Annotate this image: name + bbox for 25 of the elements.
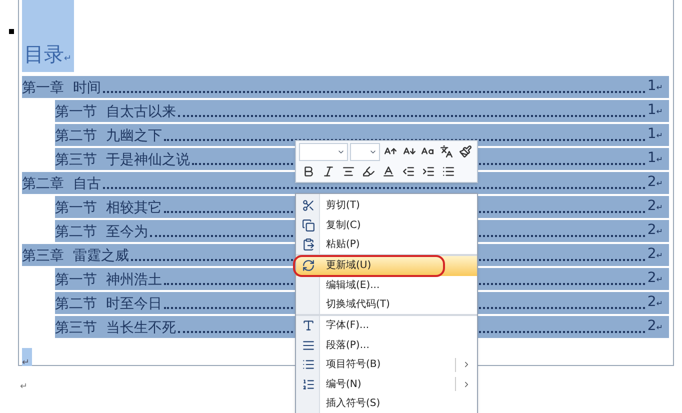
entry-title: 第二节 时至今日	[55, 295, 162, 314]
paragraph-mark: ↵	[22, 358, 30, 368]
page-number: 2↵	[647, 245, 663, 264]
toc-heading: 目录↵	[24, 44, 72, 64]
entry-title: 第一节 相较其它	[55, 199, 162, 218]
entry-title: 第一节 神州浩土	[55, 271, 162, 290]
page-number: 2↵	[647, 173, 663, 192]
page-number: 2↵	[647, 197, 663, 216]
page-number: 1↵	[647, 77, 663, 96]
entry-title: 第三章 雷霆之威	[22, 247, 129, 266]
page-number: 1↵	[647, 149, 663, 168]
page-number: 1↵	[647, 125, 663, 144]
paragraph-mark: ↵	[20, 382, 28, 392]
entry-title: 第一节 自太古以来	[55, 103, 176, 122]
entry-title: 第三节 于是神仙之说	[55, 151, 190, 170]
entry-title: 第二章 自古	[22, 175, 101, 194]
page-number: 2↵	[647, 317, 663, 336]
page-number: 2↵	[647, 221, 663, 240]
page-number: 1↵	[647, 101, 663, 120]
entry-title: 第二节 九幽之下	[55, 127, 162, 146]
page-number: 2↵	[647, 293, 663, 312]
page-number: 2↵	[647, 269, 663, 288]
entry-title: 第三节 当长生不死	[55, 319, 176, 338]
entry-title: 第一章 时间	[22, 79, 101, 98]
entry-title: 第二节 至今为	[55, 223, 148, 242]
